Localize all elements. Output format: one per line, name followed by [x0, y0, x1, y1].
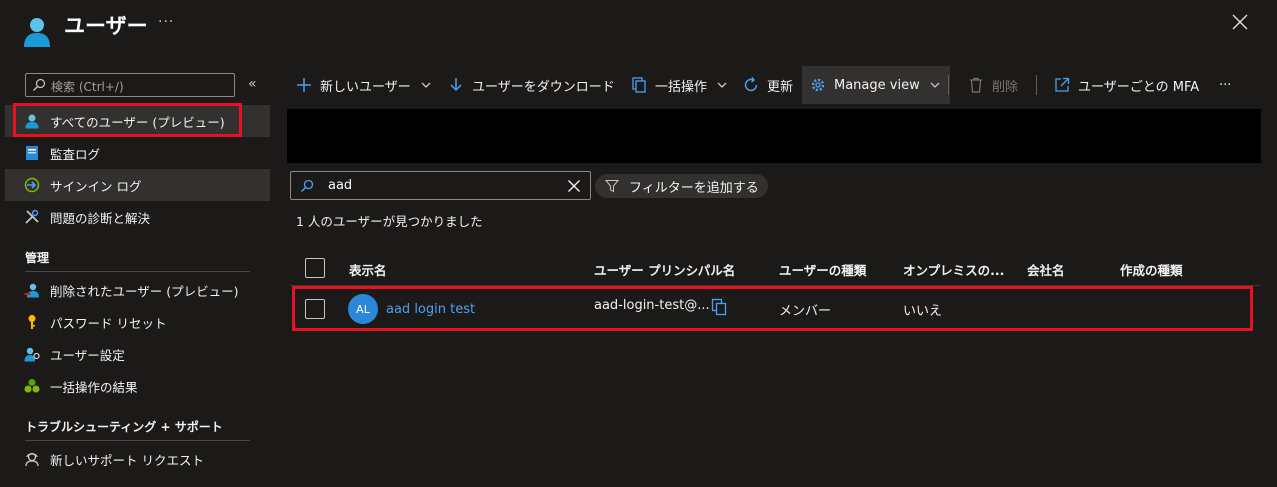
search-placeholder: 検索 (Ctrl+/)	[51, 80, 124, 94]
refresh-button[interactable]: 更新	[743, 66, 793, 104]
per-user-mfa-label: ユーザーごとの MFA	[1078, 79, 1200, 95]
sidebar-item-password-reset[interactable]: パスワード リセット	[5, 306, 270, 338]
bulk-results-icon	[24, 379, 40, 393]
filter-icon	[605, 180, 619, 193]
sidebar-item-audit-logs[interactable]: 監査ログ	[5, 137, 270, 169]
trash-icon	[970, 77, 982, 93]
add-filter-button[interactable]: フィルターを追加する	[595, 174, 768, 198]
column-header-company[interactable]: 会社名	[1027, 260, 1065, 279]
sign-in-log-icon	[24, 177, 40, 193]
highlight-box-row	[292, 286, 1253, 331]
external-link-icon	[1055, 77, 1070, 92]
refresh-icon	[744, 77, 758, 92]
column-header-upn[interactable]: ユーザー プリンシパル名	[594, 260, 735, 279]
sidebar-item-label: 新しいサポート リクエスト	[50, 452, 204, 468]
section-divider	[25, 440, 250, 441]
section-divider	[25, 271, 250, 272]
sidebar-item-bulk-results[interactable]: 一括操作の結果	[5, 370, 270, 402]
user-settings-icon	[24, 347, 40, 362]
manage-view-label: Manage view	[834, 77, 920, 93]
select-all-checkbox[interactable]	[305, 258, 325, 278]
more-commands-button[interactable]: ···	[1219, 66, 1231, 104]
chevron-down-icon	[421, 82, 431, 88]
column-header-on-premises[interactable]: オンプレミスの...	[903, 260, 1004, 279]
bulk-operations-button[interactable]: 一括操作	[631, 66, 727, 104]
column-header-user-type[interactable]: ユーザーの種類	[779, 260, 866, 279]
sidebar-item-diagnose[interactable]: 問題の診断と解決	[5, 201, 270, 233]
close-icon[interactable]	[1230, 12, 1250, 32]
user-search-input[interactable]: aad	[290, 171, 591, 200]
section-title-support: トラブルシューティング + サポート	[25, 420, 223, 434]
sidebar-item-label: 一括操作の結果	[50, 379, 138, 395]
key-icon	[28, 315, 36, 329]
search-icon	[33, 78, 46, 91]
add-filter-label: フィルターを追加する	[629, 180, 759, 196]
toolbar-separator	[948, 75, 949, 95]
column-header-display-name[interactable]: 表示名	[349, 260, 387, 279]
download-users-button[interactable]: ユーザーをダウンロード	[448, 66, 615, 104]
sidebar-item-label: サインイン ログ	[50, 178, 142, 194]
chevron-down-icon	[717, 82, 727, 88]
new-user-button[interactable]: 新しいユーザー	[296, 66, 431, 104]
column-header-creation-type[interactable]: 作成の種類	[1120, 260, 1183, 279]
search-icon	[301, 179, 314, 192]
manage-view-button[interactable]: Manage view	[802, 66, 950, 104]
sidebar-item-deleted-users[interactable]: 削除されたユーザー (プレビュー)	[5, 274, 270, 306]
wrench-icon	[25, 209, 39, 224]
sidebar-item-label: 問題の診断と解決	[50, 210, 151, 226]
sidebar-item-user-settings[interactable]: ユーザー設定	[5, 338, 270, 370]
more-options-button[interactable]: ···	[158, 14, 174, 30]
user-icon	[24, 18, 50, 47]
download-users-label: ユーザーをダウンロード	[472, 79, 615, 95]
bulk-operations-label: 一括操作	[655, 79, 708, 95]
plus-icon	[297, 78, 311, 92]
page-title: ユーザー	[64, 14, 148, 38]
gear-icon	[811, 78, 825, 92]
chevron-down-icon	[930, 82, 940, 88]
delete-button[interactable]: 削除	[968, 66, 1018, 104]
sidebar-item-new-support-request[interactable]: 新しいサポート リクエスト	[5, 443, 270, 475]
clear-icon[interactable]	[567, 179, 581, 193]
search-value: aad	[328, 178, 353, 193]
result-count: 1 人のユーザーが見つかりました	[296, 214, 483, 229]
sidebar-item-label: ユーザー設定	[50, 347, 125, 363]
deleted-user-icon	[24, 283, 39, 298]
delete-label: 削除	[992, 79, 1019, 95]
audit-log-icon	[26, 146, 38, 160]
download-icon	[450, 78, 462, 92]
toolbar-separator	[1036, 75, 1037, 95]
support-icon	[25, 452, 39, 467]
sidebar-item-label: パスワード リセット	[50, 315, 167, 331]
new-user-label: 新しいユーザー	[320, 79, 411, 95]
users-blade: ユーザー ··· 検索 (Ctrl+/) « すべてのユーザー (プレビュー) …	[0, 0, 1277, 487]
section-title-manage: 管理	[25, 251, 50, 265]
redacted-banner	[287, 109, 1261, 163]
bulk-operations-icon	[632, 77, 646, 93]
sidebar-item-label: 削除されたユーザー (プレビュー)	[50, 283, 239, 299]
blade-header: ユーザー ···	[0, 0, 1277, 60]
sidebar-search-input[interactable]: 検索 (Ctrl+/)	[25, 73, 235, 97]
collapse-sidebar-button[interactable]: «	[248, 76, 257, 92]
sidebar-item-sign-in-logs[interactable]: サインイン ログ	[5, 169, 270, 201]
highlight-box-nav	[13, 103, 242, 137]
refresh-label: 更新	[767, 79, 794, 95]
command-bar: 新しいユーザー ユーザーをダウンロード 一括操作 更新 Manage view …	[287, 66, 1277, 104]
sidebar-item-label: 監査ログ	[50, 146, 101, 162]
per-user-mfa-button[interactable]: ユーザーごとの MFA	[1054, 66, 1199, 104]
